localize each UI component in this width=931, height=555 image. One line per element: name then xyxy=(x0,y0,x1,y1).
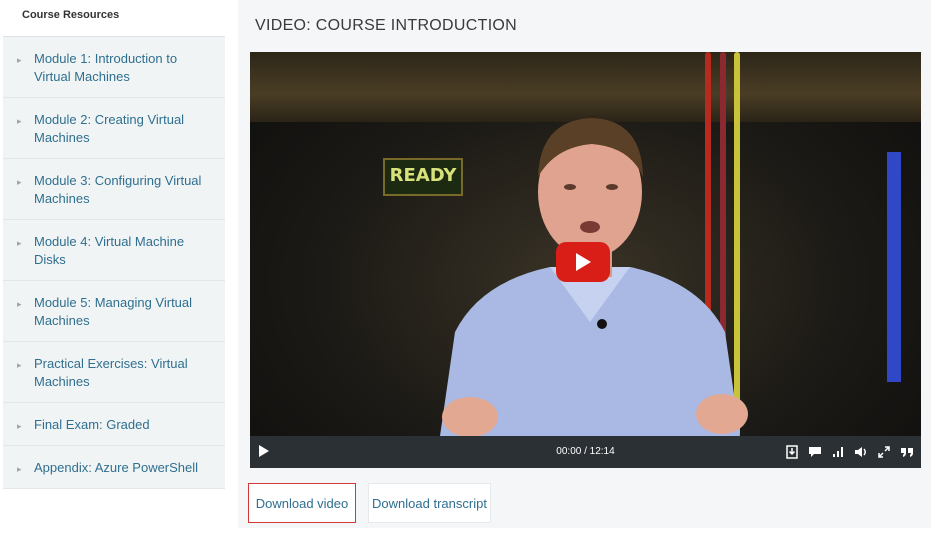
sidebar: Course Resources ▸ Module 1: Introductio… xyxy=(0,0,228,555)
sidebar-item-final-exam[interactable]: ▸ Final Exam: Graded xyxy=(3,403,225,446)
module-nav: ▸ Module 1: Introduction to Virtual Mach… xyxy=(3,36,225,489)
control-icons xyxy=(784,436,915,468)
chevron-right-icon: ▸ xyxy=(17,177,22,187)
sidebar-item-appendix[interactable]: ▸ Appendix: Azure PowerShell xyxy=(3,446,225,489)
chevron-right-icon: ▸ xyxy=(17,116,22,126)
sidebar-item-module-3[interactable]: ▸ Module 3: Configuring Virtual Machines xyxy=(3,159,225,220)
chevron-right-icon: ▸ xyxy=(17,238,22,248)
chevron-right-icon: ▸ xyxy=(17,421,22,431)
sidebar-item-module-5[interactable]: ▸ Module 5: Managing Virtual Machines xyxy=(3,281,225,342)
volume-icon[interactable] xyxy=(853,444,869,460)
download-video-button[interactable]: Download video xyxy=(248,483,356,523)
sidebar-item-label: Practical Exercises: Virtual Machines xyxy=(34,356,188,389)
sidebar-item-label: Appendix: Azure PowerShell xyxy=(34,460,199,475)
main-panel: VIDEO: COURSE INTRODUCTION READY 00:00 /… xyxy=(238,0,931,528)
sidebar-item-module-4[interactable]: ▸ Module 4: Virtual Machine Disks xyxy=(3,220,225,281)
play-button-large[interactable] xyxy=(556,242,610,282)
sidebar-item-label: Module 1: Introduction to Virtual Machin… xyxy=(34,51,178,84)
chevron-right-icon: ▸ xyxy=(17,360,22,370)
sidebar-item-module-1[interactable]: ▸ Module 1: Introduction to Virtual Mach… xyxy=(3,37,225,98)
sidebar-title: Course Resources xyxy=(0,0,228,36)
chevron-right-icon: ▸ xyxy=(17,55,22,65)
sidebar-item-practical-exercises[interactable]: ▸ Practical Exercises: Virtual Machines xyxy=(3,342,225,403)
sidebar-item-label: Module 2: Creating Virtual Machines xyxy=(34,112,185,145)
sidebar-item-label: Module 3: Configuring Virtual Machines xyxy=(34,173,202,206)
sidebar-item-label: Module 5: Managing Virtual Machines xyxy=(34,295,193,328)
sidebar-item-label: Module 4: Virtual Machine Disks xyxy=(34,234,185,267)
sidebar-item-module-2[interactable]: ▸ Module 2: Creating Virtual Machines xyxy=(3,98,225,159)
chevron-right-icon: ▸ xyxy=(17,464,22,474)
play-icon xyxy=(576,253,591,271)
quote-icon[interactable] xyxy=(899,444,915,460)
blue-light xyxy=(887,152,901,382)
video-controls: 00:00 / 12:14 xyxy=(250,436,921,468)
quality-icon[interactable] xyxy=(830,444,846,460)
download-transcript-button[interactable]: Download transcript xyxy=(368,483,491,523)
download-icon[interactable] xyxy=(784,444,800,460)
captions-icon[interactable] xyxy=(807,444,823,460)
chevron-right-icon: ▸ xyxy=(17,299,22,309)
video-player[interactable]: READY xyxy=(250,52,921,436)
fullscreen-icon[interactable] xyxy=(876,444,892,460)
page-title: VIDEO: COURSE INTRODUCTION xyxy=(255,17,518,34)
sidebar-item-label: Final Exam: Graded xyxy=(34,417,150,432)
